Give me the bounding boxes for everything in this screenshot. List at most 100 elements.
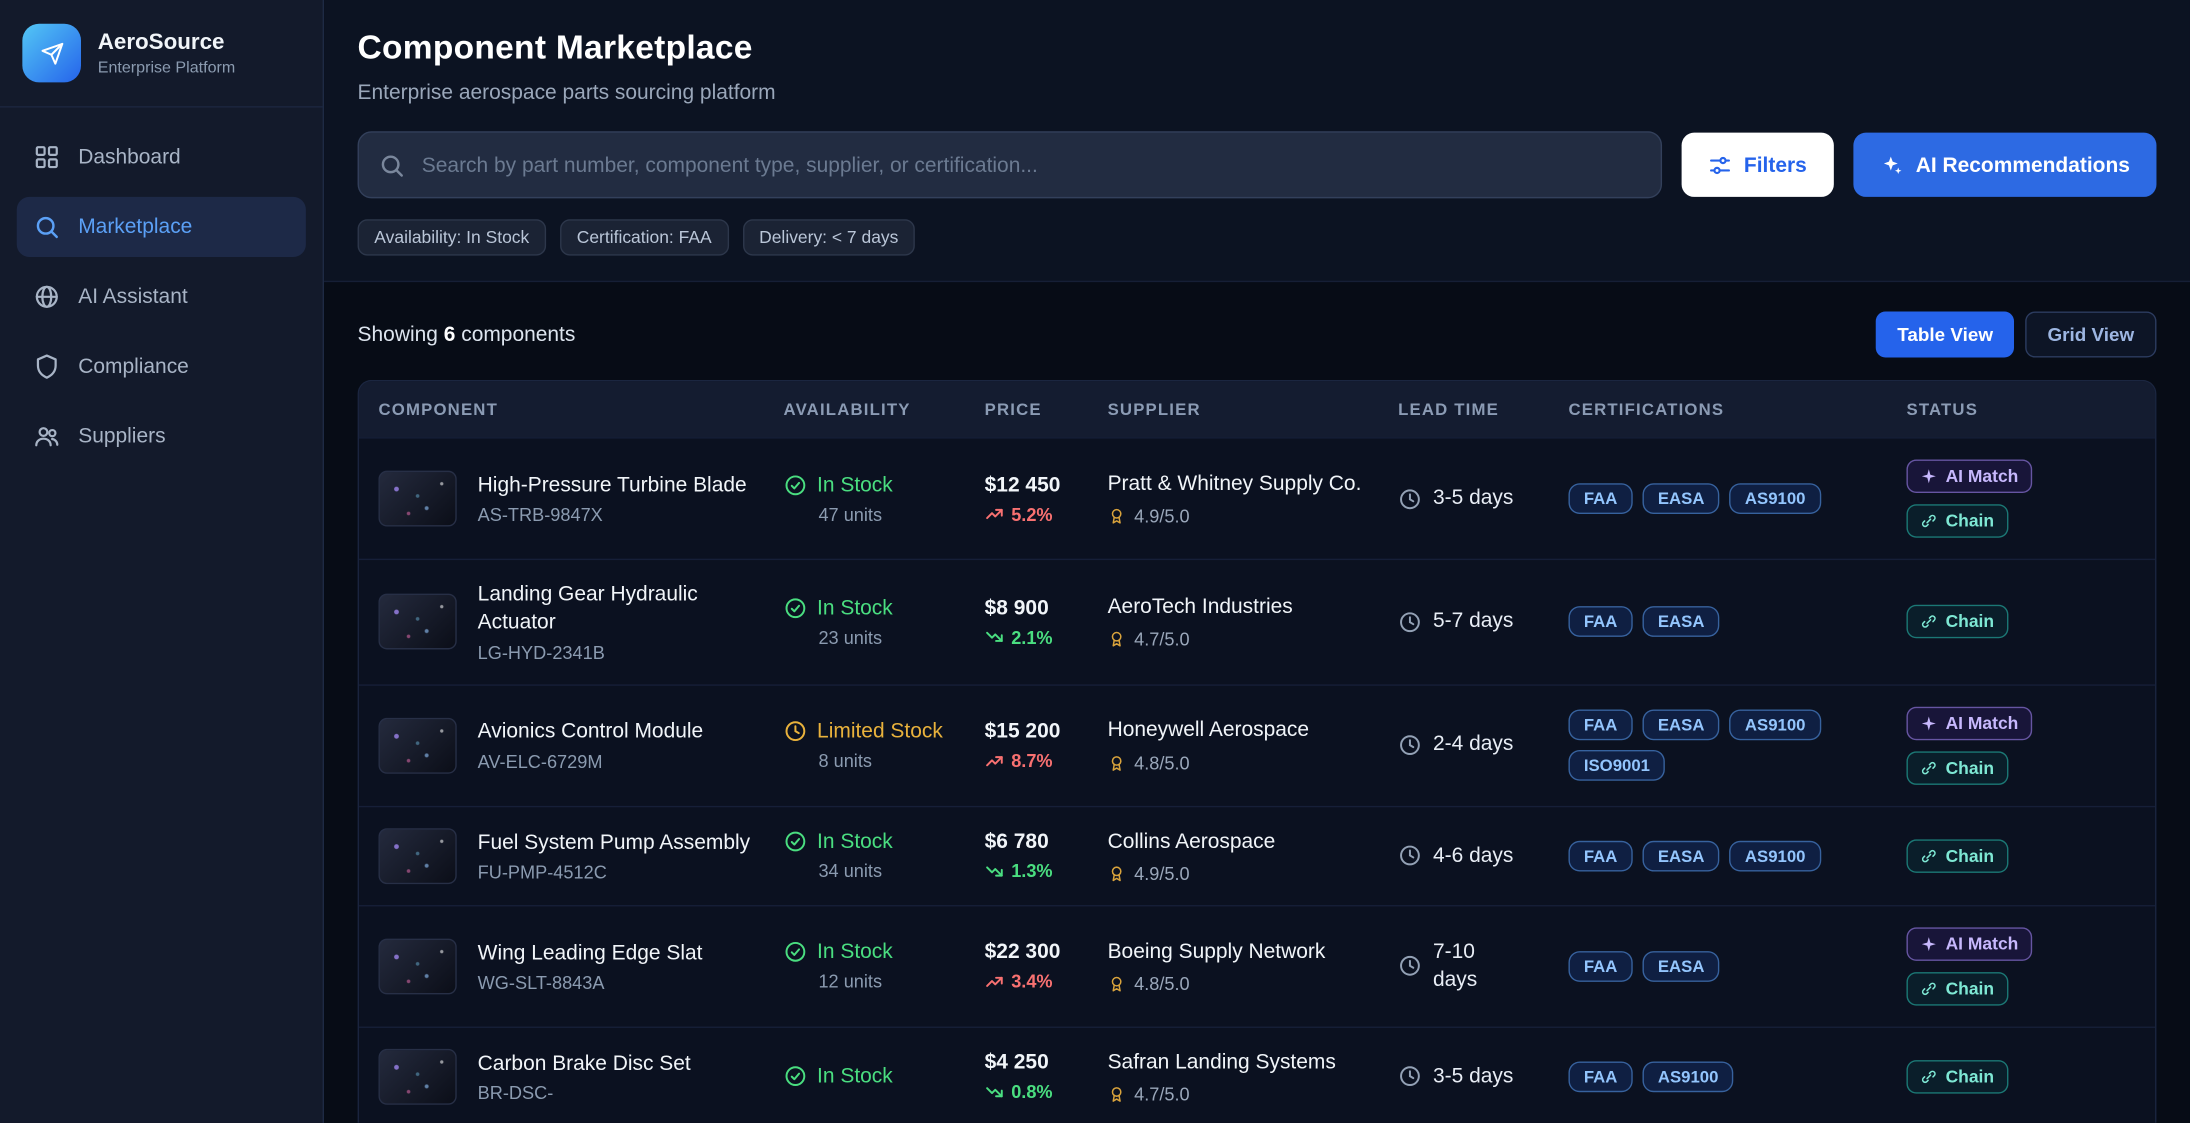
filter-chip-delivery[interactable]: Delivery: < 7 days bbox=[742, 219, 915, 255]
sidebar-item-label: AI Assistant bbox=[78, 285, 187, 309]
component-part-number: AV-ELC-6729M bbox=[478, 751, 704, 772]
sidebar-item-suppliers[interactable]: Suppliers bbox=[17, 406, 306, 466]
medal-icon bbox=[1108, 864, 1126, 882]
link-icon bbox=[1920, 513, 1937, 530]
status-cell: Chain bbox=[1906, 818, 2155, 893]
grid-view-button[interactable]: Grid View bbox=[2025, 311, 2156, 357]
component-thumbnail bbox=[379, 938, 457, 994]
table-row[interactable]: High-Pressure Turbine Blade AS-TRB-9847X… bbox=[359, 437, 2155, 559]
trend-down-icon bbox=[985, 1082, 1005, 1102]
lead-time-value: 7-10 days bbox=[1433, 938, 1520, 995]
trend-down-icon bbox=[985, 627, 1005, 647]
sidebar-nav: Dashboard Marketplace AI Assistant Compl… bbox=[0, 108, 323, 487]
price-value: $6 780 bbox=[985, 830, 1094, 854]
filter-chip-certification[interactable]: Certification: FAA bbox=[560, 219, 728, 255]
components-table: COMPONENT AVAILABILITY PRICE SUPPLIER LE… bbox=[358, 380, 2157, 1123]
brand-subtitle: Enterprise Platform bbox=[98, 59, 235, 76]
chain-badge[interactable]: Chain bbox=[1906, 605, 2008, 639]
component-thumbnail bbox=[379, 828, 457, 884]
link-icon bbox=[1920, 980, 1937, 997]
table-row[interactable]: Carbon Brake Disc Set BR-DSC- In Stock $… bbox=[359, 1026, 2155, 1123]
chain-badge[interactable]: Chain bbox=[1906, 504, 2008, 538]
airplane-icon bbox=[40, 41, 64, 65]
component-thumbnail bbox=[379, 717, 457, 773]
medal-icon bbox=[1108, 754, 1126, 772]
certification-badge: FAA bbox=[1568, 951, 1632, 982]
filters-button[interactable]: Filters bbox=[1681, 133, 1833, 197]
supplier-rating: 4.7/5.0 bbox=[1134, 1084, 1190, 1105]
sidebar-item-ai-assistant[interactable]: AI Assistant bbox=[17, 267, 306, 327]
chain-badge[interactable]: Chain bbox=[1906, 1060, 2008, 1094]
ai-match-badge[interactable]: AI Match bbox=[1906, 927, 2032, 961]
supplier-name: Honeywell Aerospace bbox=[1108, 717, 1385, 745]
supplier-rating: 4.8/5.0 bbox=[1134, 973, 1190, 994]
link-icon bbox=[1920, 613, 1937, 630]
certification-badge: EASA bbox=[1642, 710, 1719, 741]
price-change-percent: 5.2% bbox=[1011, 504, 1052, 525]
in-stock-check-icon bbox=[784, 473, 808, 497]
certification-badge: FAA bbox=[1568, 840, 1632, 871]
chain-badge[interactable]: Chain bbox=[1906, 839, 2008, 873]
sidebar-item-label: Suppliers bbox=[78, 425, 165, 449]
supplier-rating: 4.8/5.0 bbox=[1134, 752, 1190, 773]
sparkle-icon bbox=[1920, 935, 1937, 952]
supplier-rating: 4.9/5.0 bbox=[1134, 506, 1190, 527]
clock-icon bbox=[1398, 610, 1422, 634]
results-toolbar: Showing 6 components Table View Grid Vie… bbox=[324, 282, 2190, 376]
component-name: Wing Leading Edge Slat bbox=[478, 939, 703, 967]
chain-badge[interactable]: Chain bbox=[1906, 751, 2008, 785]
certification-badge: AS9100 bbox=[1730, 710, 1821, 741]
sidebar: AeroSource Enterprise Platform Dashboard… bbox=[0, 0, 324, 1123]
search-input[interactable] bbox=[358, 131, 1662, 198]
sparkle-icon bbox=[1920, 468, 1937, 485]
lead-time-value: 3-5 days bbox=[1433, 1063, 1513, 1091]
ai-match-badge[interactable]: AI Match bbox=[1906, 460, 2032, 494]
status-cell: AI Match Chain bbox=[1906, 685, 2155, 805]
certification-badge: AS9100 bbox=[1642, 1061, 1733, 1092]
trend-up-icon bbox=[985, 972, 1005, 992]
availability-label: In Stock bbox=[817, 940, 893, 964]
table-row[interactable]: Wing Leading Edge Slat WG-SLT-8843A In S… bbox=[359, 905, 2155, 1027]
price-change-percent: 0.8% bbox=[1011, 1082, 1052, 1103]
component-thumbnail bbox=[379, 594, 457, 650]
sidebar-item-dashboard[interactable]: Dashboard bbox=[17, 127, 306, 187]
component-part-number: LG-HYD-2341B bbox=[478, 642, 770, 663]
certifications-cell: FAAEASAAS9100ISO9001 bbox=[1568, 689, 1906, 802]
sidebar-item-label: Marketplace bbox=[78, 215, 192, 239]
units-count: 8 units bbox=[784, 750, 971, 771]
certification-badge: EASA bbox=[1642, 607, 1719, 638]
medal-icon bbox=[1108, 630, 1126, 648]
price-change-percent: 2.1% bbox=[1011, 627, 1052, 648]
sidebar-item-compliance[interactable]: Compliance bbox=[17, 337, 306, 397]
trend-up-icon bbox=[985, 751, 1005, 771]
chain-badge[interactable]: Chain bbox=[1906, 972, 2008, 1006]
filter-chip-availability[interactable]: Availability: In Stock bbox=[358, 219, 546, 255]
price-value: $12 450 bbox=[985, 473, 1094, 497]
supplier-name: AeroTech Industries bbox=[1108, 594, 1385, 622]
app-viewport: AeroSource Enterprise Platform Dashboard… bbox=[0, 0, 2190, 1123]
certification-badge: AS9100 bbox=[1730, 840, 1821, 871]
ai-recommendations-button[interactable]: AI Recommendations bbox=[1853, 133, 2157, 197]
search-icon bbox=[379, 152, 406, 179]
table-row[interactable]: Landing Gear Hydraulic Actuator LG-HYD-2… bbox=[359, 559, 2155, 684]
airplane-logo-icon bbox=[22, 24, 81, 83]
certifications-cell: FAAEASA bbox=[1568, 586, 1906, 659]
limited-stock-clock-icon bbox=[784, 719, 808, 743]
certification-badge: AS9100 bbox=[1730, 483, 1821, 514]
column-header-component: COMPONENT bbox=[359, 381, 784, 437]
table-row[interactable]: Avionics Control Module AV-ELC-6729M Lim… bbox=[359, 684, 2155, 806]
certification-badge: ISO9001 bbox=[1568, 750, 1665, 781]
component-name: Avionics Control Module bbox=[478, 718, 704, 746]
ai-match-badge[interactable]: AI Match bbox=[1906, 706, 2032, 740]
availability-label: In Stock bbox=[817, 596, 893, 620]
sparkles-icon bbox=[1879, 153, 1903, 177]
sliders-icon bbox=[1708, 153, 1732, 177]
sidebar-item-marketplace[interactable]: Marketplace bbox=[17, 197, 306, 257]
users-icon bbox=[34, 423, 61, 450]
availability-label: In Stock bbox=[817, 1065, 893, 1089]
table-row[interactable]: Fuel System Pump Assembly FU-PMP-4512C I… bbox=[359, 805, 2155, 905]
table-view-button[interactable]: Table View bbox=[1876, 311, 2014, 357]
supplier-rating: 4.7/5.0 bbox=[1134, 629, 1190, 650]
availability-label: In Stock bbox=[817, 473, 893, 497]
lead-time-value: 2-4 days bbox=[1433, 731, 1513, 759]
